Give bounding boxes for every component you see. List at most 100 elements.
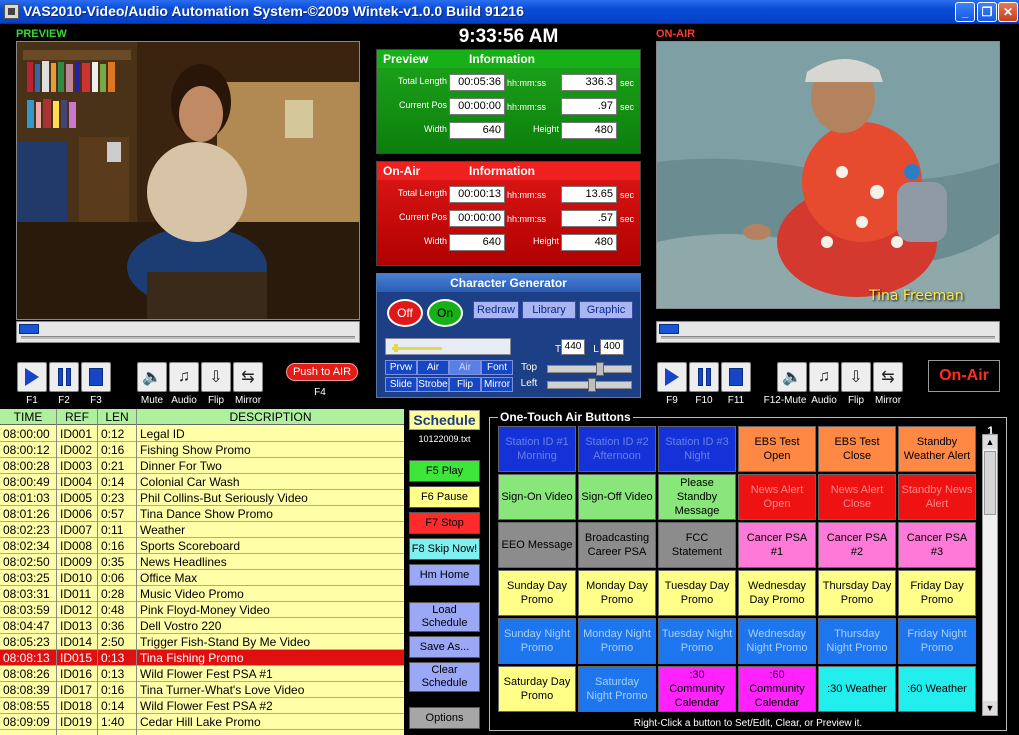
schedule-row[interactable]: 08:00:12 ID002 0:16 Fishing Show Promo [0, 442, 404, 458]
preview-play-button[interactable] [17, 362, 47, 392]
chargen-prvw-button[interactable]: Prvw [385, 360, 417, 375]
one-touch-button[interactable]: Sign-Off Video [578, 474, 656, 520]
one-touch-button[interactable]: Thursday Night Promo [818, 618, 896, 664]
preview-pause-button[interactable] [49, 362, 79, 392]
schedule-row[interactable]: 08:08:39 ID017 0:16 Tina Turner-What's Love… [0, 682, 404, 698]
chargen-flip-button[interactable]: Flip [449, 377, 481, 392]
top-slider-knob[interactable] [596, 362, 604, 376]
chargen-left-slider[interactable] [547, 378, 632, 392]
onair-pause-button[interactable] [689, 362, 719, 392]
one-touch-button[interactable]: Standby News Alert [898, 474, 976, 520]
onair-stop-button[interactable] [721, 362, 751, 392]
chargen-graphic-button[interactable]: Graphic [579, 301, 633, 319]
scroll-thumb[interactable] [984, 451, 996, 515]
schedule-row[interactable]: 08:01:26 ID006 0:57 Tina Dance Show Promo [0, 506, 404, 522]
schedule-row[interactable]: 08:00:00 ID001 0:12 Legal ID [0, 426, 404, 442]
chargen-air2-button[interactable]: Air [449, 360, 481, 375]
one-touch-button[interactable]: Saturday Day Promo [498, 666, 576, 712]
one-touch-button[interactable]: Please Standby Message [658, 474, 736, 520]
chargen-on-button[interactable]: On [427, 299, 463, 327]
onair-play-button[interactable] [657, 362, 687, 392]
one-touch-button[interactable]: Station ID #3 Night [658, 426, 736, 472]
preview-seek-thumb[interactable] [19, 324, 39, 334]
preview-flip-button[interactable]: ⇩ [201, 362, 231, 392]
scroll-down-icon[interactable]: ▼ [983, 701, 997, 715]
chargen-redraw-button[interactable]: Redraw [473, 301, 519, 319]
one-touch-button[interactable]: Broadcasting Career PSA [578, 522, 656, 568]
chargen-top-value[interactable]: 440 [561, 339, 585, 355]
chargen-mirror-button[interactable]: Mirror [481, 377, 513, 392]
play-schedule-button[interactable]: F5 Play [409, 460, 480, 482]
one-touch-button[interactable]: Cancer PSA #2 [818, 522, 896, 568]
one-touch-scrollbar[interactable]: ▲ ▼ [982, 434, 998, 716]
col-desc-header[interactable]: DESCRIPTION [137, 410, 404, 424]
onair-mirror-button[interactable]: ⇆ [873, 362, 903, 392]
one-touch-button[interactable]: Station ID #1 Morning [498, 426, 576, 472]
one-touch-button[interactable]: Friday Day Promo [898, 570, 976, 616]
chargen-off-button[interactable]: Off [387, 299, 423, 327]
one-touch-button[interactable]: :60 Weather [898, 666, 976, 712]
restore-button[interactable]: ❐ [977, 2, 997, 22]
one-touch-button[interactable]: News Alert Open [738, 474, 816, 520]
preview-stop-button[interactable] [81, 362, 111, 392]
schedule-row[interactable]: 08:03:59 ID012 0:48 Pink Floyd-Money Video [0, 602, 404, 618]
scroll-up-icon[interactable]: ▲ [983, 435, 997, 449]
home-button[interactable]: Hm Home [409, 564, 480, 586]
one-touch-button[interactable]: EBS Test Open [738, 426, 816, 472]
schedule-row[interactable]: 08:00:28 ID003 0:21 Dinner For Two [0, 458, 404, 474]
onair-mute-button[interactable]: 🔈 [777, 362, 807, 392]
schedule-row[interactable]: 08:00:49 ID004 0:14 Colonial Car Wash [0, 474, 404, 490]
left-slider-knob[interactable] [588, 378, 596, 392]
col-ref-header[interactable]: REF [57, 410, 97, 424]
preview-seek-bar[interactable] [16, 321, 360, 343]
one-touch-button[interactable]: :60 Community Calendar [738, 666, 816, 712]
on-air-seek-thumb[interactable] [659, 324, 679, 334]
schedule-row[interactable]: 08:03:25 ID010 0:06 Office Max [0, 570, 404, 586]
one-touch-button[interactable]: :30 Weather [818, 666, 896, 712]
preview-video[interactable] [16, 41, 360, 320]
one-touch-button[interactable]: Sunday Night Promo [498, 618, 576, 664]
schedule-row[interactable]: 08:04:47 ID013 0:36 Dell Vostro 220 [0, 618, 404, 634]
one-touch-button[interactable]: News Alert Close [818, 474, 896, 520]
col-time-header[interactable]: TIME [0, 410, 56, 424]
schedule-row[interactable]: 08:02:23 ID007 0:11 Weather [0, 522, 404, 538]
chargen-library-button[interactable]: Library [522, 301, 576, 319]
skip-now-button[interactable]: F8 Skip Now! [409, 538, 480, 560]
one-touch-button[interactable]: Station ID #2 Afternoon [578, 426, 656, 472]
one-touch-button[interactable]: Tuesday Night Promo [658, 618, 736, 664]
one-touch-button[interactable]: Wednesday Night Promo [738, 618, 816, 664]
one-touch-button[interactable]: Sunday Day Promo [498, 570, 576, 616]
chargen-font-button[interactable]: Font [481, 360, 513, 375]
one-touch-button[interactable]: Monday Night Promo [578, 618, 656, 664]
one-touch-button[interactable]: Saturday Night Promo [578, 666, 656, 712]
minimize-button[interactable]: _ [955, 2, 975, 22]
save-as-button[interactable]: Save As... [409, 636, 480, 658]
one-touch-button[interactable]: Friday Night Promo [898, 618, 976, 664]
one-touch-button[interactable]: FCC Statement [658, 522, 736, 568]
schedule-row[interactable]: 08:05:23 ID014 2:50 Trigger Fish-Stand By M… [0, 634, 404, 650]
onair-flip-button[interactable]: ⇩ [841, 362, 871, 392]
pause-schedule-button[interactable]: F6 Pause [409, 486, 480, 508]
one-touch-button[interactable]: Cancer PSA #1 [738, 522, 816, 568]
options-button[interactable]: Options [409, 707, 480, 729]
one-touch-button[interactable]: Standby Weather Alert [898, 426, 976, 472]
schedule-row[interactable]: 08:09:09 ID019 1:40 Cedar Hill Lake Promo [0, 714, 404, 730]
one-touch-button[interactable]: Monday Day Promo [578, 570, 656, 616]
schedule-row[interactable]: 08:02:34 ID008 0:16 Sports Scoreboard [0, 538, 404, 554]
preview-audio-button[interactable]: ♫ [169, 362, 199, 392]
one-touch-button[interactable]: Tuesday Day Promo [658, 570, 736, 616]
schedule-row[interactable]: 08:08:55 ID018 0:14 Wild Flower Fest PSA #2 [0, 698, 404, 714]
one-touch-button[interactable]: :30 Community Calendar [658, 666, 736, 712]
on-air-video[interactable]: Tina Freeman [656, 41, 1000, 309]
onair-audio-button[interactable]: ♫ [809, 362, 839, 392]
app-icon[interactable] [4, 4, 19, 19]
close-button[interactable]: ✕ [998, 2, 1018, 22]
schedule-row[interactable]: 08:01:03 ID005 0:23 Phil Collins-But Seriou… [0, 490, 404, 506]
load-schedule-button[interactable]: Load Schedule [409, 602, 480, 632]
schedule-row[interactable]: 08:08:13 ID015 0:13 Tina Fishing Promo [0, 650, 404, 666]
schedule-row[interactable]: 08:02:50 ID009 0:35 News Headlines [0, 554, 404, 570]
preview-mute-button[interactable]: 🔈 [137, 362, 167, 392]
one-touch-button[interactable]: Thursday Day Promo [818, 570, 896, 616]
chargen-top-slider[interactable] [547, 362, 632, 376]
preview-mirror-button[interactable]: ⇆ [233, 362, 263, 392]
